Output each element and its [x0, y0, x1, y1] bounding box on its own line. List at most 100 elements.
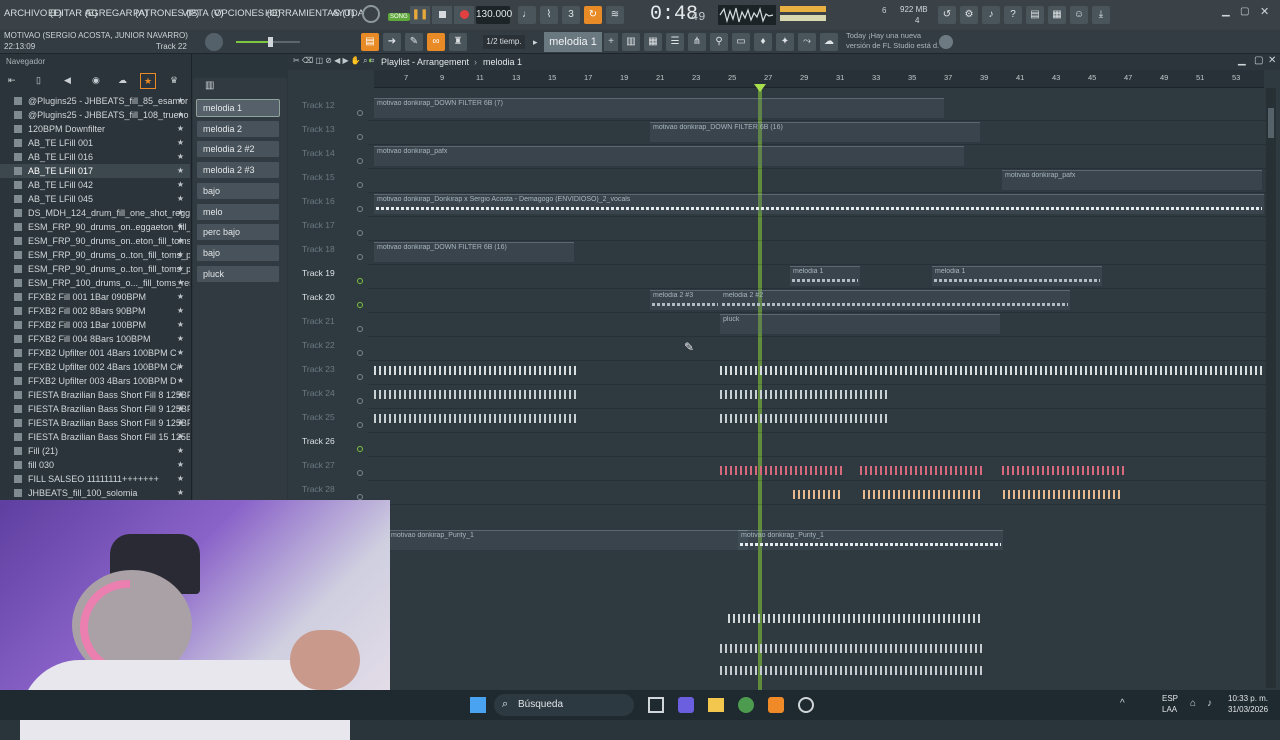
favorite-star-icon[interactable]: ★	[177, 388, 184, 402]
playlist-clip[interactable]: motivao donkirap_DOWN FILTER 6B (7)	[374, 98, 944, 118]
track-label[interactable]: Track 14	[302, 148, 335, 158]
volume-icon[interactable]: ♪	[1207, 698, 1212, 709]
start-icon[interactable]	[470, 697, 486, 713]
collapse-icon[interactable]: ⇤	[8, 75, 16, 86]
tempo-tap-button[interactable]: ♦	[754, 33, 772, 51]
channel-rack-button[interactable]: ▥	[622, 33, 640, 51]
favorite-star-icon[interactable]: ★	[177, 248, 184, 262]
browser-item[interactable]: FFXB2 Fill 002 8Bars 90BPM ★	[0, 304, 190, 318]
track-label[interactable]: Track 16	[302, 196, 335, 206]
language-layout[interactable]: LAA	[1162, 705, 1177, 714]
browser-item[interactable]: AB_TE LFill 001 ★	[0, 136, 190, 150]
undo-history-button[interactable]: ↺	[938, 6, 956, 24]
pattern-clip-notes[interactable]	[863, 490, 983, 499]
pattern-clip-notes[interactable]	[720, 414, 890, 423]
track-label[interactable]: Track 21	[302, 316, 335, 326]
favorite-star-icon[interactable]: ★	[177, 346, 184, 360]
task-view-icon[interactable]	[648, 697, 664, 713]
track-label[interactable]: Track 15	[302, 172, 335, 182]
track-label[interactable]: Track 18	[302, 244, 335, 254]
playlist-view-button[interactable]: ▤	[361, 33, 379, 51]
track-mute-icon[interactable]	[357, 398, 363, 404]
clock-date[interactable]: 31/03/2026	[1228, 705, 1268, 714]
browser-item[interactable]: ESM_FRP_90_drums_on..eton_fill_toms_jack…	[0, 234, 190, 248]
arrow-tool-button[interactable]: ➜	[383, 33, 401, 51]
track-label[interactable]: Track 24	[302, 388, 335, 398]
add-pattern-button[interactable]: +	[604, 33, 618, 51]
browser-item[interactable]: FFXB2 Upfilter 002 4Bars 100BPM C# ★	[0, 360, 190, 374]
track-mute-icon[interactable]	[357, 374, 363, 380]
pattern-clip-notes[interactable]	[720, 366, 1265, 375]
playlist-min-icon[interactable]: ▁	[1238, 55, 1246, 66]
window-max-icon[interactable]: ▢	[1240, 6, 1249, 17]
playlist-clip[interactable]: melodia 1	[790, 266, 860, 286]
favorite-star-icon[interactable]: ★	[177, 304, 184, 318]
favorite-star-icon[interactable]: ★	[177, 444, 184, 458]
track-label[interactable]: Track 27	[302, 460, 335, 470]
playlist-clip[interactable]: motivao donkirap_pafx	[1002, 170, 1262, 190]
track-mute-icon[interactable]	[357, 110, 363, 116]
step-edit-button[interactable]: ≋	[606, 6, 624, 24]
mic-button[interactable]: ♪	[982, 6, 1000, 24]
favorite-star-icon[interactable]: ★	[177, 402, 184, 416]
pattern-selector[interactable]: melodia 1	[544, 32, 602, 52]
render-button[interactable]: ▤	[1026, 6, 1044, 24]
favorite-star-icon[interactable]: ★	[177, 374, 184, 388]
chrome-icon[interactable]	[738, 697, 754, 713]
help-button[interactable]: ?	[1004, 6, 1022, 24]
browser-item[interactable]: fill 030 ★	[0, 458, 190, 472]
browser-item[interactable]: FIESTA Brazilian Bass Short Fill 9 125BP…	[0, 416, 190, 430]
track-label[interactable]: Track 22	[302, 340, 335, 350]
track-label[interactable]: Track 23	[302, 364, 335, 374]
pattern-item[interactable]: bajo	[197, 244, 279, 261]
pattern-clip-notes[interactable]	[1003, 490, 1123, 499]
browser-item[interactable]: FIESTA Brazilian Bass Short Fill 9 125BP…	[0, 402, 190, 416]
playlist-toolbar-icons[interactable]: ✂ ⌫ ◫ ⊘ ◀ ▶ ✋ ⌕ ⌗	[293, 56, 374, 66]
download-button[interactable]: ⤓	[1092, 6, 1110, 24]
track-label[interactable]: Track 13	[302, 124, 335, 134]
news-icon[interactable]	[939, 35, 953, 49]
stamp-button[interactable]: ♜	[449, 33, 467, 51]
favorite-star-icon[interactable]: ★	[177, 94, 184, 108]
browser-item[interactable]: AB_TE LFill 017 ★	[0, 164, 190, 178]
file-icon[interactable]: ▯	[36, 75, 41, 86]
playlist-clip[interactable]: motivao donkirap_pafx	[374, 146, 964, 166]
news-line-1[interactable]: Today ¡Hay una nueva	[846, 31, 921, 40]
network-icon[interactable]: ⌂	[1190, 698, 1196, 709]
favorite-star-icon[interactable]: ★	[177, 150, 184, 164]
playlist-clip[interactable]: motivao donkirap_DOWN FILTER 6B (16)	[374, 242, 574, 262]
favorite-star-icon[interactable]: ★	[177, 416, 184, 430]
track-mute-icon[interactable]	[357, 302, 363, 308]
pattern-clip-notes[interactable]	[720, 390, 890, 399]
track-mute-icon[interactable]	[357, 182, 363, 188]
pattern-clip-notes[interactable]	[720, 666, 985, 675]
favorite-star-icon[interactable]: ★	[177, 192, 184, 206]
track-mute-icon[interactable]	[357, 326, 363, 332]
track-label[interactable]: Track 28	[302, 484, 335, 494]
browser-item[interactable]: FFXB2 Fill 001 1Bar 090BPM ★	[0, 290, 190, 304]
record-button[interactable]	[454, 6, 474, 24]
loop-record-button[interactable]: ↻	[584, 6, 602, 24]
menu-help[interactable]: AYUDA	[332, 8, 364, 19]
browser-item[interactable]: @Plugins25 - JHBEATS_fill_85_esamor ★	[0, 94, 190, 108]
plugin-button[interactable]: ▦	[1048, 6, 1066, 24]
pattern-item[interactable]: melo acompañante	[197, 203, 279, 233]
track-mute-icon[interactable]	[357, 350, 363, 356]
chat-button[interactable]: ☺	[1070, 6, 1088, 24]
playlist-clip[interactable]: melodia 2 #3	[650, 290, 720, 310]
link-button[interactable]: ∞	[427, 33, 445, 51]
stop-button[interactable]	[432, 6, 452, 24]
track-label[interactable]: Track 12	[302, 100, 335, 110]
tray-chevron-icon[interactable]: ^	[1120, 698, 1125, 709]
favorite-star-icon[interactable]: ★	[177, 458, 184, 472]
track-mute-icon[interactable]	[357, 278, 363, 284]
browser-item[interactable]: @Plugins25 - JHBEATS_fill_108_trueno ★	[0, 108, 190, 122]
cloud-browser-icon[interactable]: ☁	[118, 75, 127, 86]
mixer-view-button[interactable]: ☰	[666, 33, 684, 51]
favorites-star-icon[interactable]: ★	[140, 73, 156, 89]
track-mute-icon[interactable]	[357, 422, 363, 428]
fx-button[interactable]: ✦	[776, 33, 794, 51]
favorite-star-icon[interactable]: ★	[177, 276, 184, 290]
browser-item[interactable]: Fill (21) ★	[0, 444, 190, 458]
browser-item[interactable]: AB_TE LFill 045 ★	[0, 192, 190, 206]
